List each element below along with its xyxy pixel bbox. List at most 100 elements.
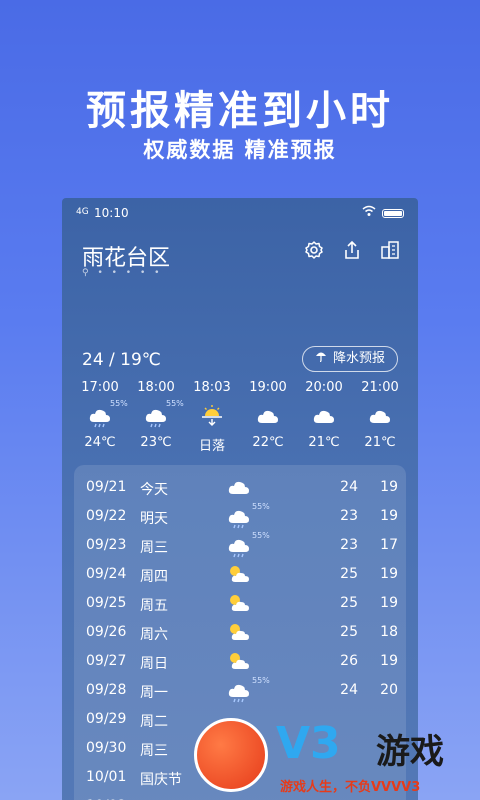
daily-high: 23 [340,508,358,524]
daily-low: 19 [380,508,398,524]
rain-cloud-icon: 55% [128,399,184,431]
hourly-forecast[interactable]: 17:00 55% 24℃ 18:00 55% 23℃ 18:03 日落 19:00 22℃ 20:… [72,378,408,454]
daily-date: 09/25 [86,595,127,611]
daily-low: 17 [380,537,398,553]
status-time: 10:10 [94,206,129,220]
watermark-name: 游戏 [376,732,444,772]
daily-date: 09/23 [86,537,127,553]
hourly-pop: 55% [110,399,128,408]
battery-icon [382,209,404,218]
precip-forecast-label: 降水预报 [332,351,385,366]
rain-cloud-icon [226,679,252,703]
daily-high: 23 [340,537,358,553]
daily-low: 19 [380,566,398,582]
hourly-value: 23℃ [140,435,172,450]
cloud-icon [352,401,408,431]
location-pin-icon: ⚲ [82,268,92,278]
daily-row[interactable]: 09/24 周四 25 19 [74,560,406,589]
rain-cloud-icon: 55% [72,399,128,431]
hourly-value: 日落 [198,439,225,454]
precip-forecast-button[interactable]: 降水预报 [301,346,398,372]
hourly-time: 20:00 [305,380,343,395]
wifi-icon [362,205,376,220]
daily-row[interactable]: 09/28 周一 55% 24 20 [74,676,406,705]
daily-weekday: 周三 [140,743,168,759]
hourly-item: 20:00 21℃ [296,378,352,454]
hourly-item: 21:00 21℃ [352,378,408,454]
daily-date: 09/21 [86,479,127,495]
hourly-time: 19:00 [249,380,287,395]
hourly-item: 18:00 55% 23℃ [128,378,184,454]
daily-row[interactable]: 09/27 周日 26 19 [74,647,406,676]
cloud-icon [240,401,296,431]
daily-weekday: 周三 [140,540,168,556]
daily-date: 09/30 [86,740,127,756]
hourly-item: 17:00 55% 24℃ [72,378,128,454]
hourly-value: 21℃ [364,435,396,450]
hourly-pop: 55% [166,399,184,408]
daily-high: 24 [340,479,358,495]
partly-cloudy-icon [226,563,252,585]
partly-cloudy-icon [226,592,252,614]
daily-weekday: 周一 [140,685,168,701]
daily-pop: 55% [252,531,270,540]
daily-weekday: 周六 [140,627,168,643]
page-indicator: ⚲ • • • • • [82,268,162,278]
sunset-icon [184,401,240,431]
daily-high: 26 [340,653,358,669]
daily-pop: 55% [252,676,270,685]
today-temp-range: 24 / 19℃ [82,350,161,370]
partly-cloudy-icon [226,621,252,643]
daily-date: 10/01 [86,769,127,785]
daily-date: 09/22 [86,508,127,524]
daily-row[interactable]: 09/22 明天 55% 23 19 [74,502,406,531]
hourly-time: 18:03 [193,380,231,395]
signal-icon: 4G [76,207,89,217]
watermark-slogan: 游戏人生，不负VVVV3 [280,780,421,795]
daily-pop: 55% [252,502,270,511]
daily-low: 20 [380,682,398,698]
gear-icon[interactable] [304,240,324,260]
daily-weekday: 今天 [140,482,168,498]
list-icon[interactable] [380,240,400,260]
page-dots: • • • • • [97,268,163,278]
hourly-time: 17:00 [81,380,119,395]
rain-cloud-icon [226,505,252,529]
partly-cloudy-icon [226,650,252,672]
status-bar: 4G 10:10 [76,205,404,222]
daily-date: 09/24 [86,566,127,582]
cloud-icon [226,476,252,498]
daily-weekday: 国庆节 [140,772,182,788]
daily-weekday: 周日 [140,656,168,672]
hourly-item: 19:00 22℃ [240,378,296,454]
watermark-brand: V3 [276,718,341,769]
hourly-time: 18:00 [137,380,175,395]
daily-high: 25 [340,624,358,640]
daily-low: 19 [380,479,398,495]
daily-high: 25 [340,595,358,611]
daily-low: 19 [380,595,398,611]
daily-high: 24 [340,682,358,698]
daily-low: 19 [380,653,398,669]
hourly-value: 24℃ [84,435,116,450]
share-icon[interactable] [342,240,362,260]
hero-title: 预报精准到小时 [86,88,394,134]
daily-date: 09/29 [86,711,127,727]
phone-screen: 4G 10:10 雨花台区 ⚲ • • • • • 24 / 19℃ 降水预报 … [62,198,418,800]
daily-row[interactable]: 09/26 周六 25 18 [74,618,406,647]
daily-weekday: 周二 [140,714,168,730]
daily-row[interactable]: 09/21 今天 24 19 [74,473,406,502]
rain-cloud-icon [226,534,252,558]
watermark: V3 游戏 游戏人生，不负VVVV3 [190,718,480,800]
daily-weekday: 周四 [140,569,168,585]
umbrella-icon [315,347,327,371]
daily-high: 25 [340,566,358,582]
watermark-logo-icon [194,718,268,792]
hourly-time: 21:00 [361,380,399,395]
hero-subtitle: 权威数据 精准预报 [143,138,337,162]
daily-date: 09/27 [86,653,127,669]
daily-row[interactable]: 09/23 周三 55% 23 17 [74,531,406,560]
daily-row[interactable]: 09/25 周五 25 19 [74,589,406,618]
daily-weekday: 周五 [140,598,168,614]
daily-date: 09/26 [86,624,127,640]
